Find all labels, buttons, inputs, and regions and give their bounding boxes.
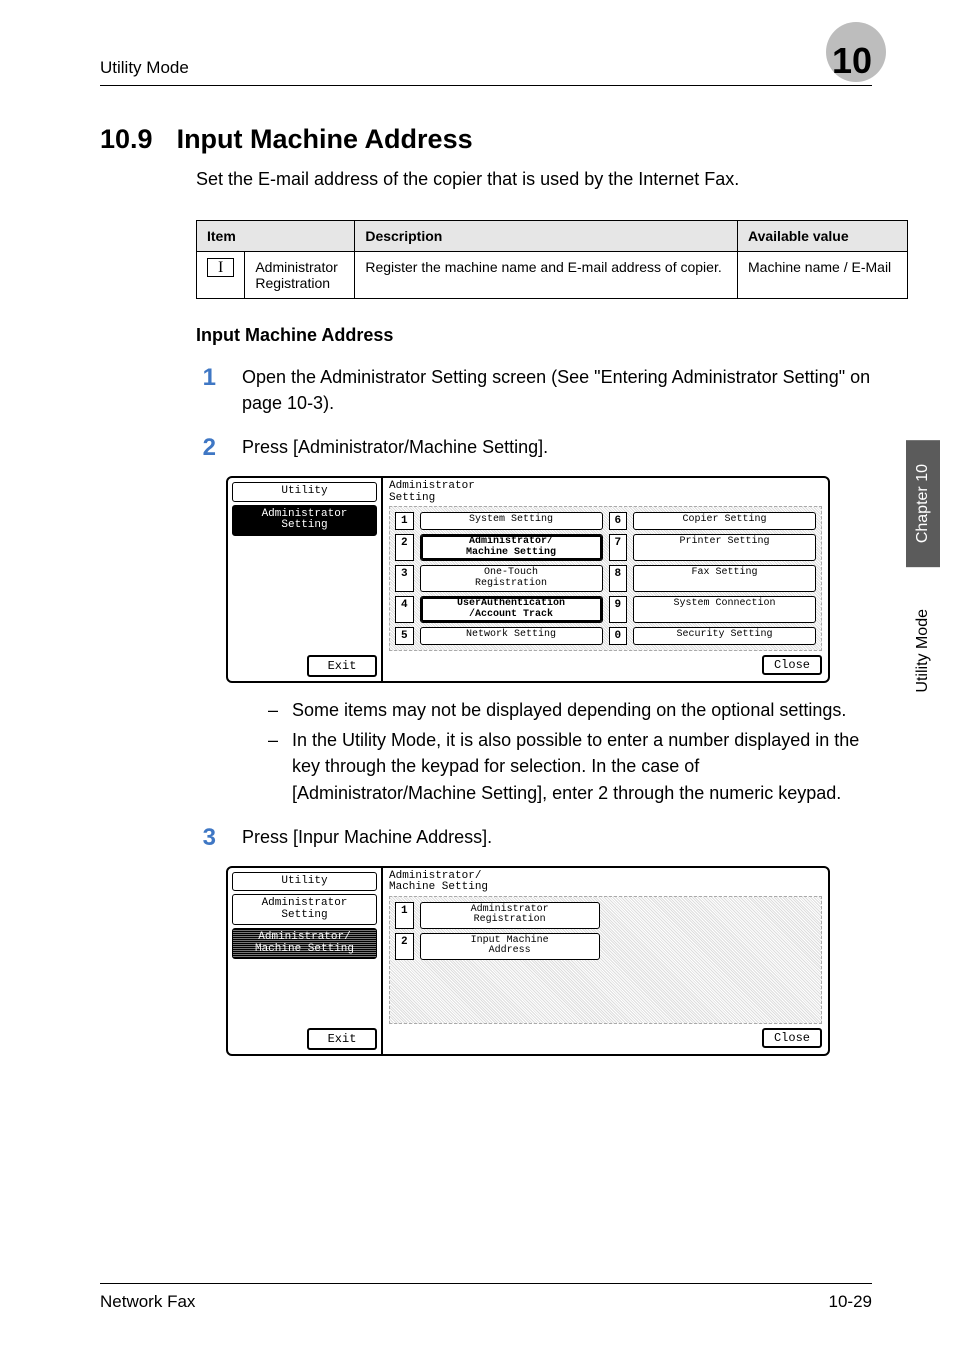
lcd1-btn-onetouch[interactable]: One-Touch Registration (420, 565, 603, 592)
dash-icon: – (268, 727, 278, 805)
lcd1-btn-printer-setting[interactable]: Printer Setting (633, 534, 816, 561)
lcd2-utility-tab[interactable]: Utility (232, 872, 377, 892)
step-1: 1 Open the Administrator Setting screen … (196, 364, 872, 416)
lcd1-btn-copier-setting[interactable]: Copier Setting (633, 512, 816, 530)
step-3-text: Press [Inpur Machine Address]. (242, 824, 872, 850)
lcd2-num-1: 1 (395, 902, 414, 929)
item-desc: Register the machine name and E-mail add… (355, 252, 738, 299)
step-3: 3 Press [Inpur Machine Address]. (196, 824, 872, 852)
bullet-2-text: In the Utility Mode, it is also possible… (292, 727, 872, 805)
lcd1-num-6: 6 (609, 512, 628, 530)
item-name: Administrator Registration (245, 252, 355, 299)
side-tabs: Chapter 10 Utility Mode (906, 440, 940, 717)
lcd1-num-0: 0 (609, 627, 628, 645)
table-row: I Administrator Registration Register th… (197, 252, 908, 299)
lcd2-exit-button[interactable]: Exit (307, 1028, 377, 1050)
step-3-num: 3 (196, 824, 216, 852)
lcd1-num-7: 7 (609, 534, 628, 561)
step2-bullets: – Some items may not be displayed depend… (268, 697, 872, 805)
lcd1-sidebar: Utility Administrator Setting Exit (228, 478, 383, 681)
lcd1-btn-admin-machine[interactable]: Administrator/ Machine Setting (420, 534, 603, 561)
lcd2-button-grid: 1 Administrator Registration 2 Input Mac… (389, 896, 822, 1024)
lcd1-close-button[interactable]: Close (762, 655, 822, 675)
lcd1-btn-userauth[interactable]: UserAuthentication /Account Track (420, 596, 603, 623)
lcd1-btn-fax-setting[interactable]: Fax Setting (633, 565, 816, 592)
section-title: 10.9 Input Machine Address (100, 124, 872, 155)
lcd-screenshot-2: Utility Administrator Setting Administra… (226, 866, 830, 1056)
lcd1-num-9: 9 (609, 596, 628, 623)
section-heading: Input Machine Address (177, 124, 473, 155)
lcd1-btn-network-setting[interactable]: Network Setting (420, 627, 603, 645)
step-2-num: 2 (196, 434, 216, 462)
lcd1-utility-tab[interactable]: Utility (232, 482, 377, 502)
lcd2-btn-input-machine-address[interactable]: Input Machine Address (420, 933, 600, 960)
lcd2-sidebar: Utility Administrator Setting Administra… (228, 868, 383, 1054)
lcd2-title: Administrator/ Machine Setting (389, 871, 822, 894)
bullet-1-text: Some items may not be displayed dependin… (292, 697, 846, 723)
page-footer: Network Fax 10-29 (100, 1283, 872, 1312)
footer-left: Network Fax (100, 1292, 195, 1312)
lcd2-machine-tab[interactable]: Administrator/ Machine Setting (232, 928, 377, 959)
footer-right: 10-29 (829, 1292, 872, 1312)
th-desc: Description (355, 221, 738, 252)
lcd1-num-1: 1 (395, 512, 414, 530)
dash-icon: – (268, 697, 278, 723)
lcd2-num-2: 2 (395, 933, 414, 960)
lcd1-num-2: 2 (395, 534, 414, 561)
subheading: Input Machine Address (196, 325, 872, 346)
side-tab-chapter: Chapter 10 (906, 440, 940, 567)
bullet-2: – In the Utility Mode, it is also possib… (268, 727, 872, 805)
lcd1-exit-button[interactable]: Exit (307, 655, 377, 677)
lcd1-main: Administrator Setting 1 System Setting 6… (383, 478, 828, 681)
lcd1-num-3: 3 (395, 565, 414, 592)
lcd2-btn-admin-registration[interactable]: Administrator Registration (420, 902, 600, 929)
lcd1-admin-tab[interactable]: Administrator Setting (232, 505, 377, 536)
step-2: 2 Press [Administrator/Machine Setting]. (196, 434, 872, 462)
table-header-row: Item Description Available value (197, 221, 908, 252)
lcd1-btn-system-setting[interactable]: System Setting (420, 512, 603, 530)
section-number: 10.9 (100, 124, 153, 155)
lcd1-button-grid: 1 System Setting 6 Copier Setting 2 Admi… (389, 506, 822, 651)
lcd1-num-5: 5 (395, 627, 414, 645)
lcd1-title: Administrator Setting (389, 481, 822, 504)
step-2-text: Press [Administrator/Machine Setting]. (242, 434, 872, 460)
intro-text: Set the E-mail address of the copier tha… (196, 169, 872, 190)
lcd1-num-4: 4 (395, 596, 414, 623)
page-header: Utility Mode 10 (100, 40, 872, 86)
item-avail: Machine name / E-Mail (738, 252, 908, 299)
th-item: Item (197, 221, 355, 252)
side-tab-mode: Utility Mode (906, 585, 940, 717)
bullet-1: – Some items may not be displayed depend… (268, 697, 872, 723)
th-avail: Available value (738, 221, 908, 252)
step-1-text: Open the Administrator Setting screen (S… (242, 364, 872, 416)
lcd2-main: Administrator/ Machine Setting 1 Adminis… (383, 868, 828, 1054)
lcd2-close-button[interactable]: Close (762, 1028, 822, 1048)
step-1-num: 1 (196, 364, 216, 392)
lcd-screenshot-1: Utility Administrator Setting Exit Admin… (226, 476, 830, 683)
lcd2-admin-tab[interactable]: Administrator Setting (232, 894, 377, 925)
lcd1-btn-security-setting[interactable]: Security Setting (633, 627, 816, 645)
header-left: Utility Mode (100, 58, 189, 78)
item-box: I (207, 258, 234, 277)
description-table: Item Description Available value I Admin… (196, 220, 908, 299)
lcd1-num-8: 8 (609, 565, 628, 592)
chapter-badge: 10 (832, 40, 872, 82)
lcd1-btn-system-connection[interactable]: System Connection (633, 596, 816, 623)
